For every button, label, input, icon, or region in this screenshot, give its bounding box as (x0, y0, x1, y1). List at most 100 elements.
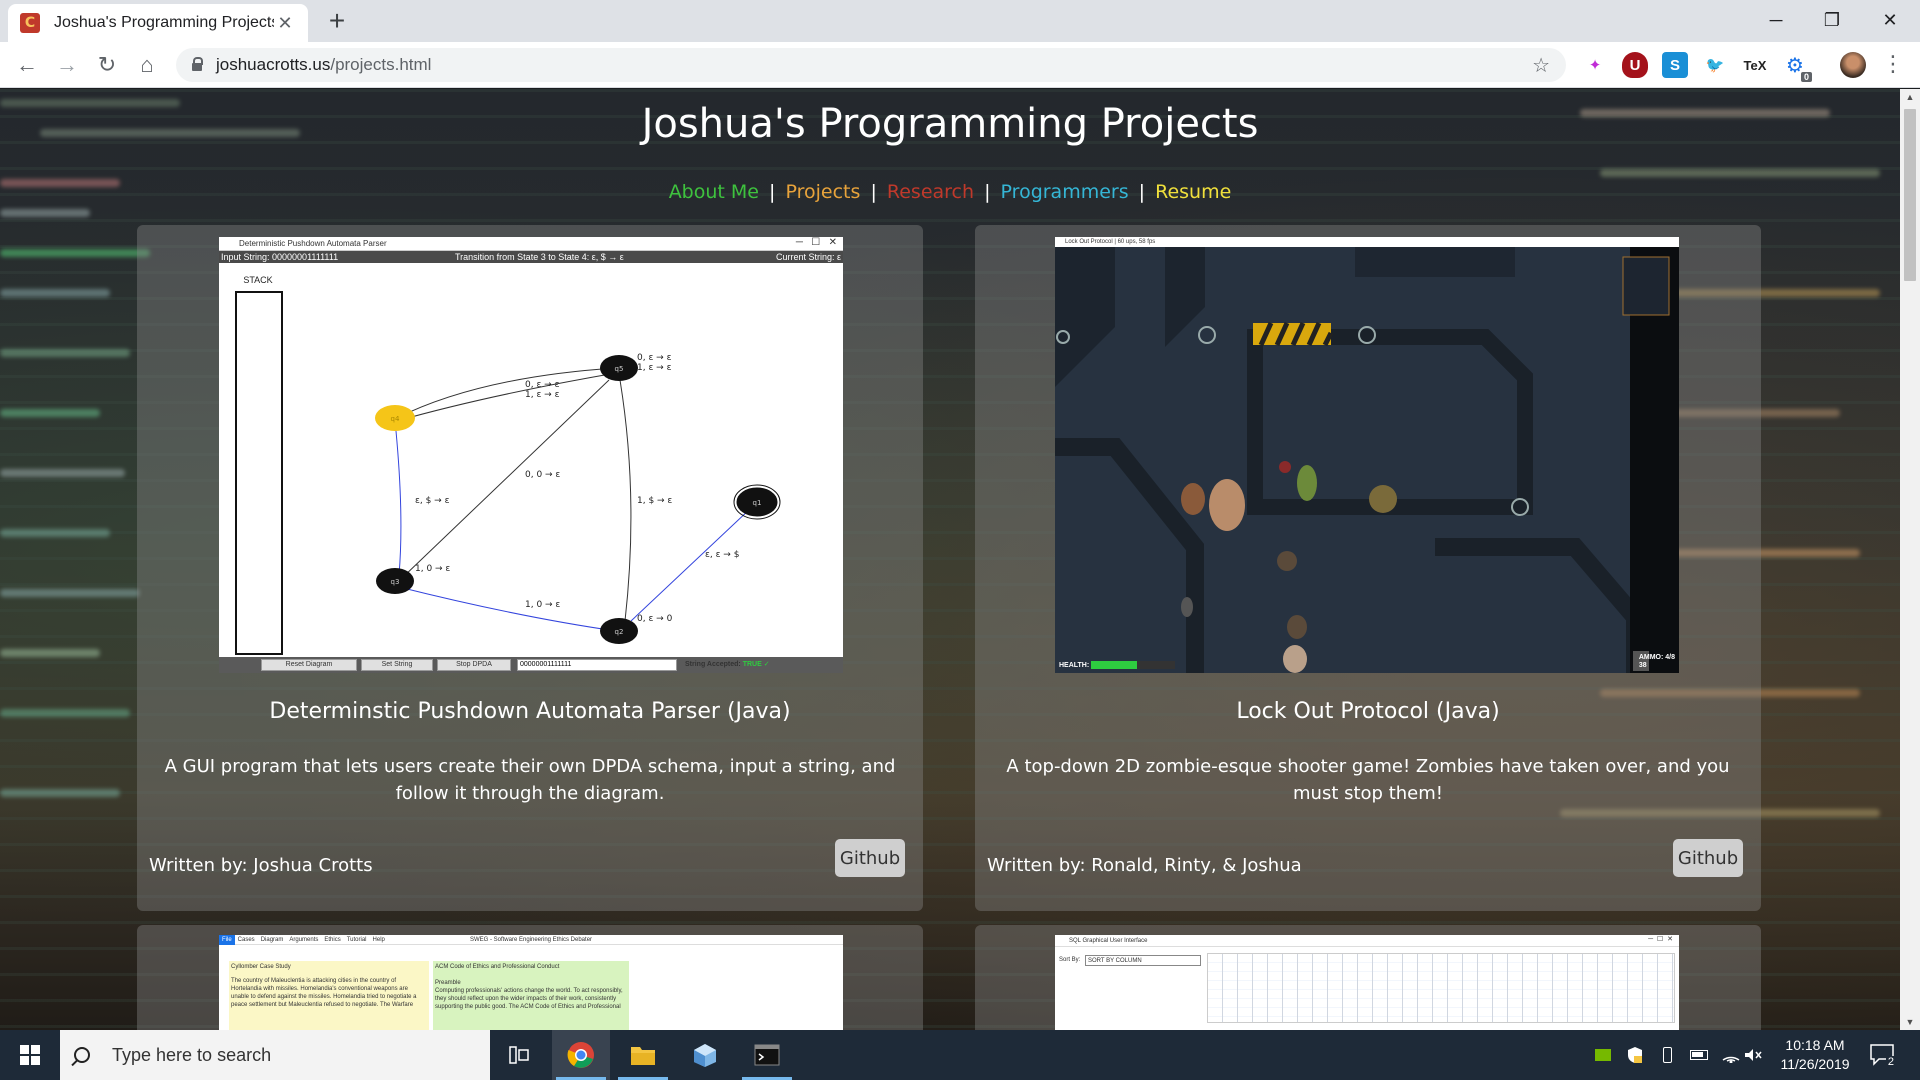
scroll-up-arrow-icon[interactable]: ▲ (1900, 89, 1920, 105)
new-tab-button[interactable]: + (322, 6, 352, 36)
edge-label: 1, 0 → ε (415, 564, 450, 574)
start-button[interactable] (0, 1030, 60, 1080)
reset-diagram-button[interactable]: Reset Diagram (261, 659, 357, 671)
menu-item[interactable]: Arguments (286, 935, 321, 945)
sweg-screenshot[interactable]: SWEG - Software Engineering Ethics Debat… (219, 935, 843, 1030)
dpda-string-input[interactable]: 00000001111111 (517, 659, 677, 671)
edge-q3-q5 (400, 379, 610, 580)
hazard-stripes (1253, 321, 1334, 347)
sql-results-table[interactable] (1207, 953, 1675, 1023)
edge-label: 0, ε → ε (637, 353, 672, 363)
browser-toolbar: ← → ↻ ⌂ joshuacrotts.us/projects.html ☆ … (0, 42, 1920, 88)
nav-projects-link[interactable]: Projects (785, 181, 860, 203)
menu-item[interactable]: File (219, 935, 235, 945)
usb-device-icon[interactable] (1652, 1030, 1682, 1080)
accepted-value: TRUE ✓ (742, 661, 770, 668)
edge-label: 0, ε → 0 (637, 614, 673, 624)
chrome-icon[interactable] (552, 1030, 610, 1080)
maximize-window-button[interactable]: ❐ (1804, 0, 1860, 40)
ublock-icon[interactable]: U (1622, 52, 1648, 78)
menu-item[interactable]: Cases (235, 935, 258, 945)
tab-close-icon[interactable]: ✕ (274, 13, 296, 34)
menu-item[interactable]: Ethics (321, 935, 343, 945)
security-shield-icon[interactable] (1620, 1030, 1650, 1080)
nav-programmers-link[interactable]: Programmers (1001, 181, 1129, 203)
stop-dpda-button[interactable]: Stop DPDA (437, 659, 511, 671)
state-q3-label: q3 (391, 578, 400, 586)
nav-separator: | (870, 181, 877, 203)
close-window-button[interactable]: ✕ (1862, 0, 1918, 40)
project-description: A GUI program that lets users create the… (164, 756, 896, 804)
sql-sort-label: Sort By: (1059, 957, 1081, 963)
project-author: Written by: Ronald, Rinty, & Joshua (987, 855, 1302, 876)
dpda-diagram: q4 q5 q1 q3 q2 0, ε → ε 1, ε → ε 0, ε → … (375, 353, 781, 644)
3d-viewer-icon[interactable] (676, 1030, 734, 1080)
file-explorer-icon[interactable] (614, 1030, 672, 1080)
puzzle-extension-icon[interactable]: ⚙ 0 (1782, 52, 1812, 82)
bird-extension-icon[interactable]: 🐦 (1702, 52, 1728, 78)
bookmark-star-icon[interactable]: ☆ (1532, 53, 1550, 78)
scroll-down-arrow-icon[interactable]: ▼ (1900, 1014, 1920, 1030)
site-favicon-icon: C (20, 13, 40, 33)
health-bar-fill (1091, 661, 1138, 669)
project-card-sweg: SWEG - Software Engineering Ethics Debat… (137, 925, 923, 1030)
code-of-ethics-panel: ACM Code of Ethics and Professional Cond… (433, 961, 629, 1030)
home-icon[interactable]: ⌂ (132, 50, 162, 80)
dpda-screenshot[interactable]: Deterministic Pushdown Automata Parser ─… (219, 237, 843, 673)
github-button[interactable]: Github (835, 839, 905, 877)
s-extension-icon[interactable]: S (1662, 52, 1688, 78)
page-scrollbar[interactable]: ▲ ▼ (1900, 89, 1920, 1030)
back-arrow-icon[interactable]: ← (12, 50, 42, 80)
battery-icon[interactable] (1684, 1030, 1714, 1080)
game-screenshot[interactable]: Lock Out Protocol | 60 ups, 58 fps HEALT… (1055, 237, 1679, 673)
search-icon (74, 1047, 90, 1063)
page-title: Joshua's Programming Projects (641, 101, 1259, 147)
system-clock[interactable]: 10:18 AM 11/26/2019 (1760, 1036, 1870, 1074)
edge-q4-q3 (395, 430, 402, 576)
nav-about-me-link[interactable]: About Me (669, 181, 759, 203)
windows-taskbar: Type here to search 10:18 AM 11/26/2019 … (0, 1030, 1920, 1080)
notifications-icon[interactable]: 2 (1868, 1042, 1896, 1068)
pen-extension-icon[interactable]: ✦ (1582, 52, 1608, 78)
task-view-icon[interactable] (490, 1030, 548, 1080)
menu-item[interactable]: Help (370, 935, 388, 945)
sql-sort-select[interactable]: SORT BY COLUMN (1085, 955, 1201, 966)
edge-q3-q2 (398, 586, 617, 632)
browser-tab[interactable]: C Joshua's Programming Projects ✕ (8, 4, 308, 42)
reload-icon[interactable]: ↻ (92, 50, 122, 80)
tex-extension-icon[interactable]: TeX (1742, 52, 1768, 78)
taskbar-search[interactable]: Type here to search (60, 1030, 490, 1080)
minimize-window-button[interactable]: ─ (1748, 0, 1804, 40)
edge-label: ε, $ → ε (415, 496, 450, 506)
menu-kebab-icon[interactable]: ⋮ (1882, 51, 1904, 77)
terminal-icon[interactable] (738, 1030, 796, 1080)
edge-label: 1, $ → ε (637, 496, 672, 506)
set-string-button[interactable]: Set String (361, 659, 433, 671)
project-title: Lock Out Protocol (Java) (1236, 699, 1500, 724)
page-viewport: Joshua's Programming Projects About Me |… (0, 89, 1900, 1030)
github-button[interactable]: Github (1673, 839, 1743, 877)
edge-label: ε, ε → $ (705, 550, 739, 560)
nvidia-tray-icon[interactable] (1588, 1030, 1618, 1080)
string-accepted-label: String Accepted: TRUE ✓ (685, 659, 770, 671)
menu-item[interactable]: Tutorial (344, 935, 370, 945)
edge-label: 0, 0 → ε (525, 470, 560, 480)
project-title: Determinstic Pushdown Automata Parser (J… (269, 699, 791, 724)
sql-gui-screenshot[interactable]: SQL Graphical User Interface ─ ☐ ✕ Sort … (1055, 935, 1679, 1030)
state-q2-label: q2 (615, 628, 624, 636)
profile-avatar[interactable] (1840, 52, 1866, 78)
clock-time: 10:18 AM (1785, 1037, 1845, 1053)
forward-arrow-icon[interactable]: → (52, 50, 82, 80)
ammo-sub: 38 (1638, 662, 1647, 669)
project-card-sql-gui: SQL Graphical User Interface ─ ☐ ✕ Sort … (975, 925, 1761, 1030)
nav-resume-link[interactable]: Resume (1155, 181, 1231, 203)
scroll-thumb[interactable] (1904, 109, 1916, 281)
menu-item[interactable]: Diagram (258, 935, 287, 945)
health-bar-track (1091, 661, 1175, 669)
address-bar[interactable]: joshuacrotts.us/projects.html ☆ (176, 48, 1566, 82)
nav-research-link[interactable]: Research (887, 181, 974, 203)
edge-q2-q1 (630, 507, 752, 622)
windows-logo-icon (20, 1045, 40, 1065)
nav-separator: | (984, 181, 991, 203)
extension-badge: 0 (1800, 72, 1812, 82)
